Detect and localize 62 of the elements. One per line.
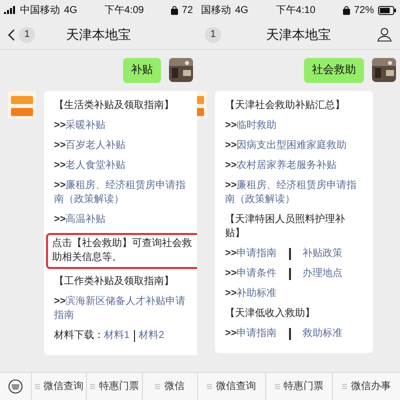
- battery-icon: [378, 6, 396, 14]
- chat-title: 天津本地宝: [65, 26, 132, 44]
- menu-lines-icon: [34, 384, 40, 389]
- material-link[interactable]: 材料1: [104, 328, 130, 342]
- list-link[interactable]: 补贴政策: [302, 246, 343, 260]
- unread-badge[interactable]: 1: [19, 26, 35, 42]
- list-link[interactable]: >>因病支出型困难家庭救助: [225, 138, 347, 152]
- list-link[interactable]: >>廉租房、经济租赁房申请指南（政策解读）: [225, 178, 363, 206]
- menu-item[interactable]: 特惠门票: [98, 379, 139, 394]
- material-link[interactable]: 材料2: [138, 328, 164, 342]
- list-link[interactable]: >>老人食堂补贴: [54, 158, 126, 172]
- list-link[interactable]: >>高温补贴: [54, 212, 106, 226]
- battery-label: 72: [182, 4, 193, 18]
- user-message: 社会救助: [304, 58, 364, 82]
- network-label: 4G: [235, 4, 248, 18]
- link-prefix: >>: [225, 246, 237, 260]
- list-link[interactable]: >>补助标准: [225, 286, 277, 300]
- lock-icon: [342, 6, 350, 14]
- list-link[interactable]: 救助标准: [302, 326, 343, 340]
- list-link[interactable]: >>百岁老人补贴: [54, 138, 126, 152]
- menu-item[interactable]: 微信: [164, 379, 184, 394]
- menu-lines-icon: [274, 384, 280, 389]
- menu-lines-icon: [90, 384, 95, 389]
- menu-lines-icon: [342, 384, 348, 389]
- link-prefix: >>: [225, 326, 237, 340]
- section-heading: 【工作类补贴及领取指南】: [54, 274, 175, 288]
- keyboard-icon[interactable]: [8, 379, 23, 394]
- list-link[interactable]: 申请指南: [236, 326, 277, 340]
- section-heading: 【生活类补贴及领取指南】: [54, 98, 175, 112]
- carrier-label: 国移动: [201, 4, 231, 18]
- menu-item[interactable]: 微信查询: [216, 379, 256, 394]
- status-time: 下午4:09: [104, 4, 144, 18]
- menu-item[interactable]: 微信查询: [44, 379, 84, 394]
- menu-lines-icon: [206, 384, 212, 389]
- list-link[interactable]: 申请指南: [236, 246, 277, 260]
- back-icon[interactable]: [8, 28, 15, 40]
- menu-item[interactable]: 特惠门票: [284, 379, 324, 394]
- chat-title: 天津本地宝: [265, 26, 332, 44]
- list-link[interactable]: >>采暖补贴: [54, 118, 106, 132]
- section-heading: 【天津社会救助补贴汇总】: [225, 98, 346, 112]
- menu-lines-icon: [155, 384, 160, 389]
- list-link[interactable]: >>廉租房、经济租赁房申请指南（政策解读）: [54, 178, 192, 206]
- list-link[interactable]: 办理地点: [302, 266, 343, 280]
- list-link[interactable]: >>农村居家养老服务补贴: [225, 158, 337, 172]
- lock-icon: [170, 6, 178, 14]
- download-label: 材料下载：: [54, 328, 104, 342]
- list-link[interactable]: >>临时救助: [225, 118, 277, 132]
- network-label: 4G: [64, 4, 78, 18]
- profile-icon[interactable]: [377, 27, 392, 42]
- signal-icon: [4, 6, 16, 14]
- link-prefix: >>: [225, 266, 237, 280]
- logo-icon: [8, 90, 36, 118]
- list-link[interactable]: >>滨海新区储备人才补贴申请指南: [54, 294, 192, 322]
- section-heading: 【天津特困人员照料护理补贴】: [225, 212, 346, 240]
- list-link[interactable]: 申请条件: [236, 266, 277, 280]
- carrier-label: 中国移动: [20, 4, 60, 18]
- user-message: 补贴: [123, 58, 161, 82]
- battery-label: 72%: [354, 4, 374, 18]
- status-time: 下午4:10: [276, 4, 316, 18]
- menu-item[interactable]: 微信办事: [351, 379, 392, 394]
- unread-badge[interactable]: 1: [205, 26, 221, 42]
- section-heading: 【天津低收入救助】: [225, 306, 316, 320]
